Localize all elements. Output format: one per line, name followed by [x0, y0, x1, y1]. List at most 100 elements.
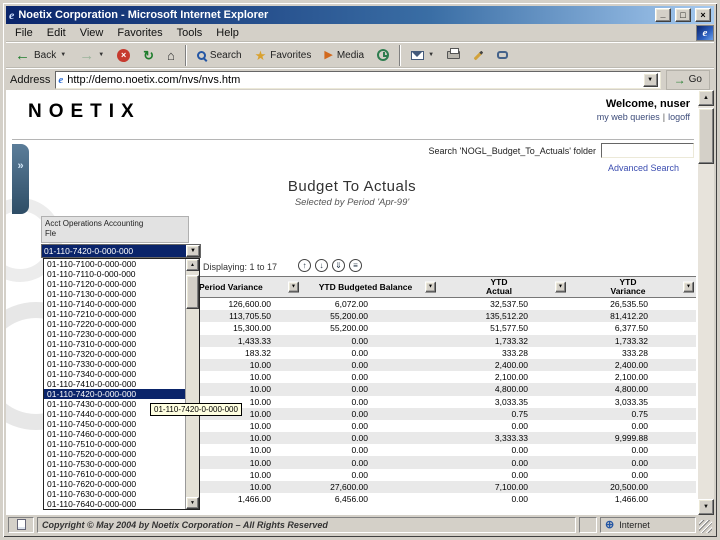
list-item[interactable]: 01-110-7340-0-000-000 — [44, 369, 185, 379]
table-cell: 0.00 — [351, 384, 368, 395]
close-button[interactable]: × — [695, 8, 711, 22]
stop-button[interactable]: × — [111, 44, 136, 67]
combobox-dropdown-button[interactable]: ▼ — [186, 245, 200, 257]
list-item[interactable]: 01-110-7140-0-000-000 — [44, 299, 185, 309]
logoff-link[interactable]: logoff — [668, 112, 690, 122]
list-item[interactable]: 01-110-7530-0-000-000 — [44, 459, 185, 469]
list-item[interactable]: 01-110-7320-0-000-000 — [44, 349, 185, 359]
media-label: Media — [336, 49, 365, 61]
maximize-button[interactable]: □ — [675, 8, 691, 22]
list-item[interactable]: 01-110-7630-0-000-000 — [44, 489, 185, 499]
list-item[interactable]: 01-110-7130-0-000-000 — [44, 289, 185, 299]
scrollbar-thumb[interactable] — [698, 108, 714, 164]
table-cell: 3,333.33 — [494, 433, 528, 444]
table-row: 10.00 0.00 0.00 0.00 — [193, 469, 696, 481]
menu-item-file[interactable]: File — [8, 26, 40, 40]
table-cell: 32,537.50 — [490, 299, 528, 310]
folder-search-input[interactable] — [601, 143, 694, 158]
mail-dropdown-icon[interactable]: ▼ — [428, 52, 434, 58]
scroll-down-icon[interactable]: ▼ — [698, 499, 714, 515]
scroll-down-icon[interactable]: ▼ — [186, 497, 199, 509]
account-flex-combobox[interactable]: 01-110-7420-0-000-000 ▼ — [41, 244, 201, 258]
table-cell: 7,100.00 — [494, 481, 528, 492]
back-dropdown-icon[interactable]: ▼ — [60, 52, 66, 58]
list-item[interactable]: 01-110-7620-0-000-000 — [44, 479, 185, 489]
page-down-icon[interactable]: ↓ — [315, 259, 328, 272]
sort-filter-button[interactable]: ▼ — [683, 281, 694, 293]
list-item[interactable]: 01-110-7100-0-000-000 — [44, 259, 185, 269]
search-button[interactable]: Search — [191, 44, 248, 67]
table-cell: 0.00 — [631, 457, 648, 468]
history-button[interactable] — [371, 44, 395, 67]
list-item[interactable]: 01-110-7120-0-000-000 — [44, 279, 185, 289]
list-item[interactable]: 01-110-7210-0-000-000 — [44, 309, 185, 319]
forward-dropdown-icon[interactable]: ▼ — [98, 52, 104, 58]
sort-filter-button[interactable]: ▼ — [425, 281, 436, 293]
scrollbar-thumb[interactable] — [186, 275, 199, 309]
refresh-button[interactable]: ↻ — [137, 44, 160, 67]
menu-item-tools[interactable]: Tools — [170, 26, 210, 40]
list-item[interactable]: 01-110-7230-0-000-000 — [44, 329, 185, 339]
discuss-button[interactable] — [491, 44, 514, 67]
table-cell: 126,600.00 — [228, 299, 271, 310]
list-item[interactable]: 01-110-7610-0-000-000 — [44, 469, 185, 479]
search-label: Search — [209, 49, 242, 61]
edit-button[interactable] — [467, 44, 490, 67]
list-item[interactable]: 01-110-7220-0-000-000 — [44, 319, 185, 329]
print-button[interactable] — [441, 44, 466, 67]
mail-button[interactable]: ▼ — [405, 44, 440, 67]
menu-item-favorites[interactable]: Favorites — [110, 26, 169, 40]
list-item[interactable]: 01-110-7460-0-000-000 — [44, 429, 185, 439]
home-button[interactable]: ⌂ — [161, 44, 181, 67]
my-web-queries-link[interactable]: my web queries — [597, 112, 660, 122]
parameter-label-line1: Acct Operations Accounting — [45, 219, 144, 228]
address-input[interactable]: e http://demo.noetix.com/nvs/nvs.htm ▼ — [55, 70, 661, 89]
list-item[interactable]: 01-110-7420-0-000-000 — [44, 389, 185, 399]
scroll-up-icon[interactable]: ▲ — [698, 90, 714, 106]
favorites-button[interactable]: ★ Favorites — [249, 44, 318, 67]
column-header-label: YTD Budgeted Balance — [318, 281, 413, 292]
page-up-icon[interactable]: ↑ — [298, 259, 311, 272]
table-row: 113,705.50 55,200.00 135,512.20 81,412.20 — [193, 310, 696, 323]
status-icon-pane — [8, 516, 34, 533]
list-item[interactable]: 01-110-7110-0-000-000 — [44, 269, 185, 279]
advanced-search-link[interactable]: Advanced Search — [608, 163, 679, 173]
mail-icon — [411, 50, 425, 60]
table-cell: 4,800.00 — [614, 384, 648, 395]
menu-item-view[interactable]: View — [73, 26, 111, 40]
list-item[interactable]: 01-110-7520-0-000-000 — [44, 449, 185, 459]
table-cell: 0.00 — [351, 372, 368, 383]
scroll-up-icon[interactable]: ▲ — [186, 259, 199, 271]
menu-item-edit[interactable]: Edit — [40, 26, 73, 40]
list-item[interactable]: 01-110-7510-0-000-000 — [44, 439, 185, 449]
sort-filter-button[interactable]: ▼ — [288, 281, 299, 293]
favorites-star-icon: ★ — [254, 47, 267, 63]
table-row: 10.00 0.00 3,033.35 3,033.35 — [193, 396, 696, 408]
options-icon[interactable]: ≡ — [349, 259, 362, 272]
list-item[interactable]: 01-110-7640-0-000-000 — [44, 499, 185, 509]
address-url[interactable]: http://demo.noetix.com/nvs/nvs.htm — [67, 74, 240, 86]
list-scrollbar[interactable]: ▲ ▼ — [185, 259, 199, 509]
minimize-button[interactable]: _ — [655, 8, 671, 22]
go-button[interactable]: → Go — [665, 69, 710, 90]
table-cell: 1,433.33 — [237, 335, 271, 346]
vertical-scrollbar[interactable]: ▲ ▼ — [698, 90, 714, 515]
table-cell: 15,300.00 — [233, 323, 271, 334]
address-dropdown-button[interactable]: ▼ — [642, 72, 658, 87]
column-header-label: YTD Actual — [486, 277, 512, 296]
address-label: Address — [10, 73, 51, 86]
table-row: 126,600.00 6,072.00 32,537.50 26,535.50 — [193, 298, 696, 310]
list-item[interactable]: 01-110-7330-0-000-000 — [44, 359, 185, 369]
list-item[interactable]: 01-110-7410-0-000-000 — [44, 379, 185, 389]
media-button[interactable]: ▶ Media — [318, 44, 370, 67]
resize-grip[interactable] — [699, 520, 712, 533]
forward-button[interactable]: → ▼ — [73, 44, 110, 67]
list-item[interactable]: 01-110-7310-0-000-000 — [44, 339, 185, 349]
table-cell: 10.00 — [249, 457, 271, 468]
page-last-icon[interactable]: ⇓ — [332, 259, 345, 272]
menu-item-help[interactable]: Help — [209, 26, 246, 40]
list-item[interactable]: 01-110-7450-0-000-000 — [44, 419, 185, 429]
sidebar-collapse-tab[interactable]: » — [12, 144, 29, 214]
sort-filter-button[interactable]: ▼ — [555, 281, 566, 293]
back-button[interactable]: ← Back ▼ — [9, 44, 72, 67]
